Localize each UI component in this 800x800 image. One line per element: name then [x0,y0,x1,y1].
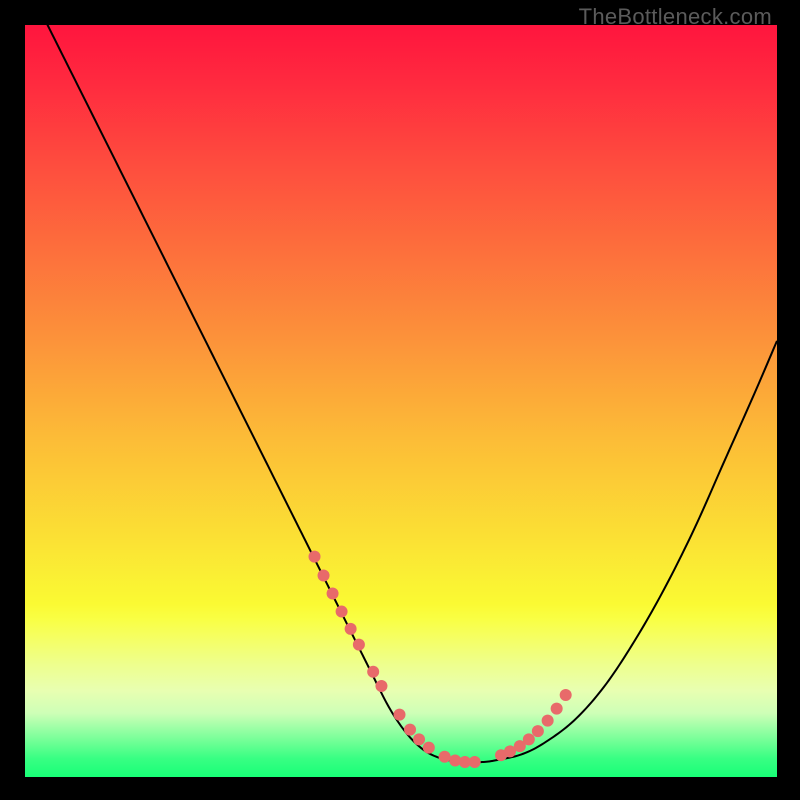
highlight-dot [327,588,339,600]
watermark-text: TheBottleneck.com [579,4,772,30]
highlight-dot [523,733,535,745]
plot-area [25,25,777,777]
highlight-dot [542,715,554,727]
highlight-dot [394,709,406,721]
highlight-dot [413,733,425,745]
highlight-dot [318,569,330,581]
highlight-dot [551,703,563,715]
highlight-dot [423,742,435,754]
highlight-dot [439,751,451,763]
highlight-dot [367,666,379,678]
highlight-dot [345,623,357,635]
highlight-dot [375,680,387,692]
bottleneck-curve [25,25,777,762]
highlight-dot [404,724,416,736]
highlight-dot [469,756,481,768]
chart-stage: TheBottleneck.com [0,0,800,800]
curve-layer [25,25,777,777]
highlight-dot [309,551,321,563]
highlight-dot [353,639,365,651]
highlight-dot [532,725,544,737]
highlight-dots [309,551,572,768]
highlight-dot [560,689,572,701]
highlight-dot [336,606,348,618]
